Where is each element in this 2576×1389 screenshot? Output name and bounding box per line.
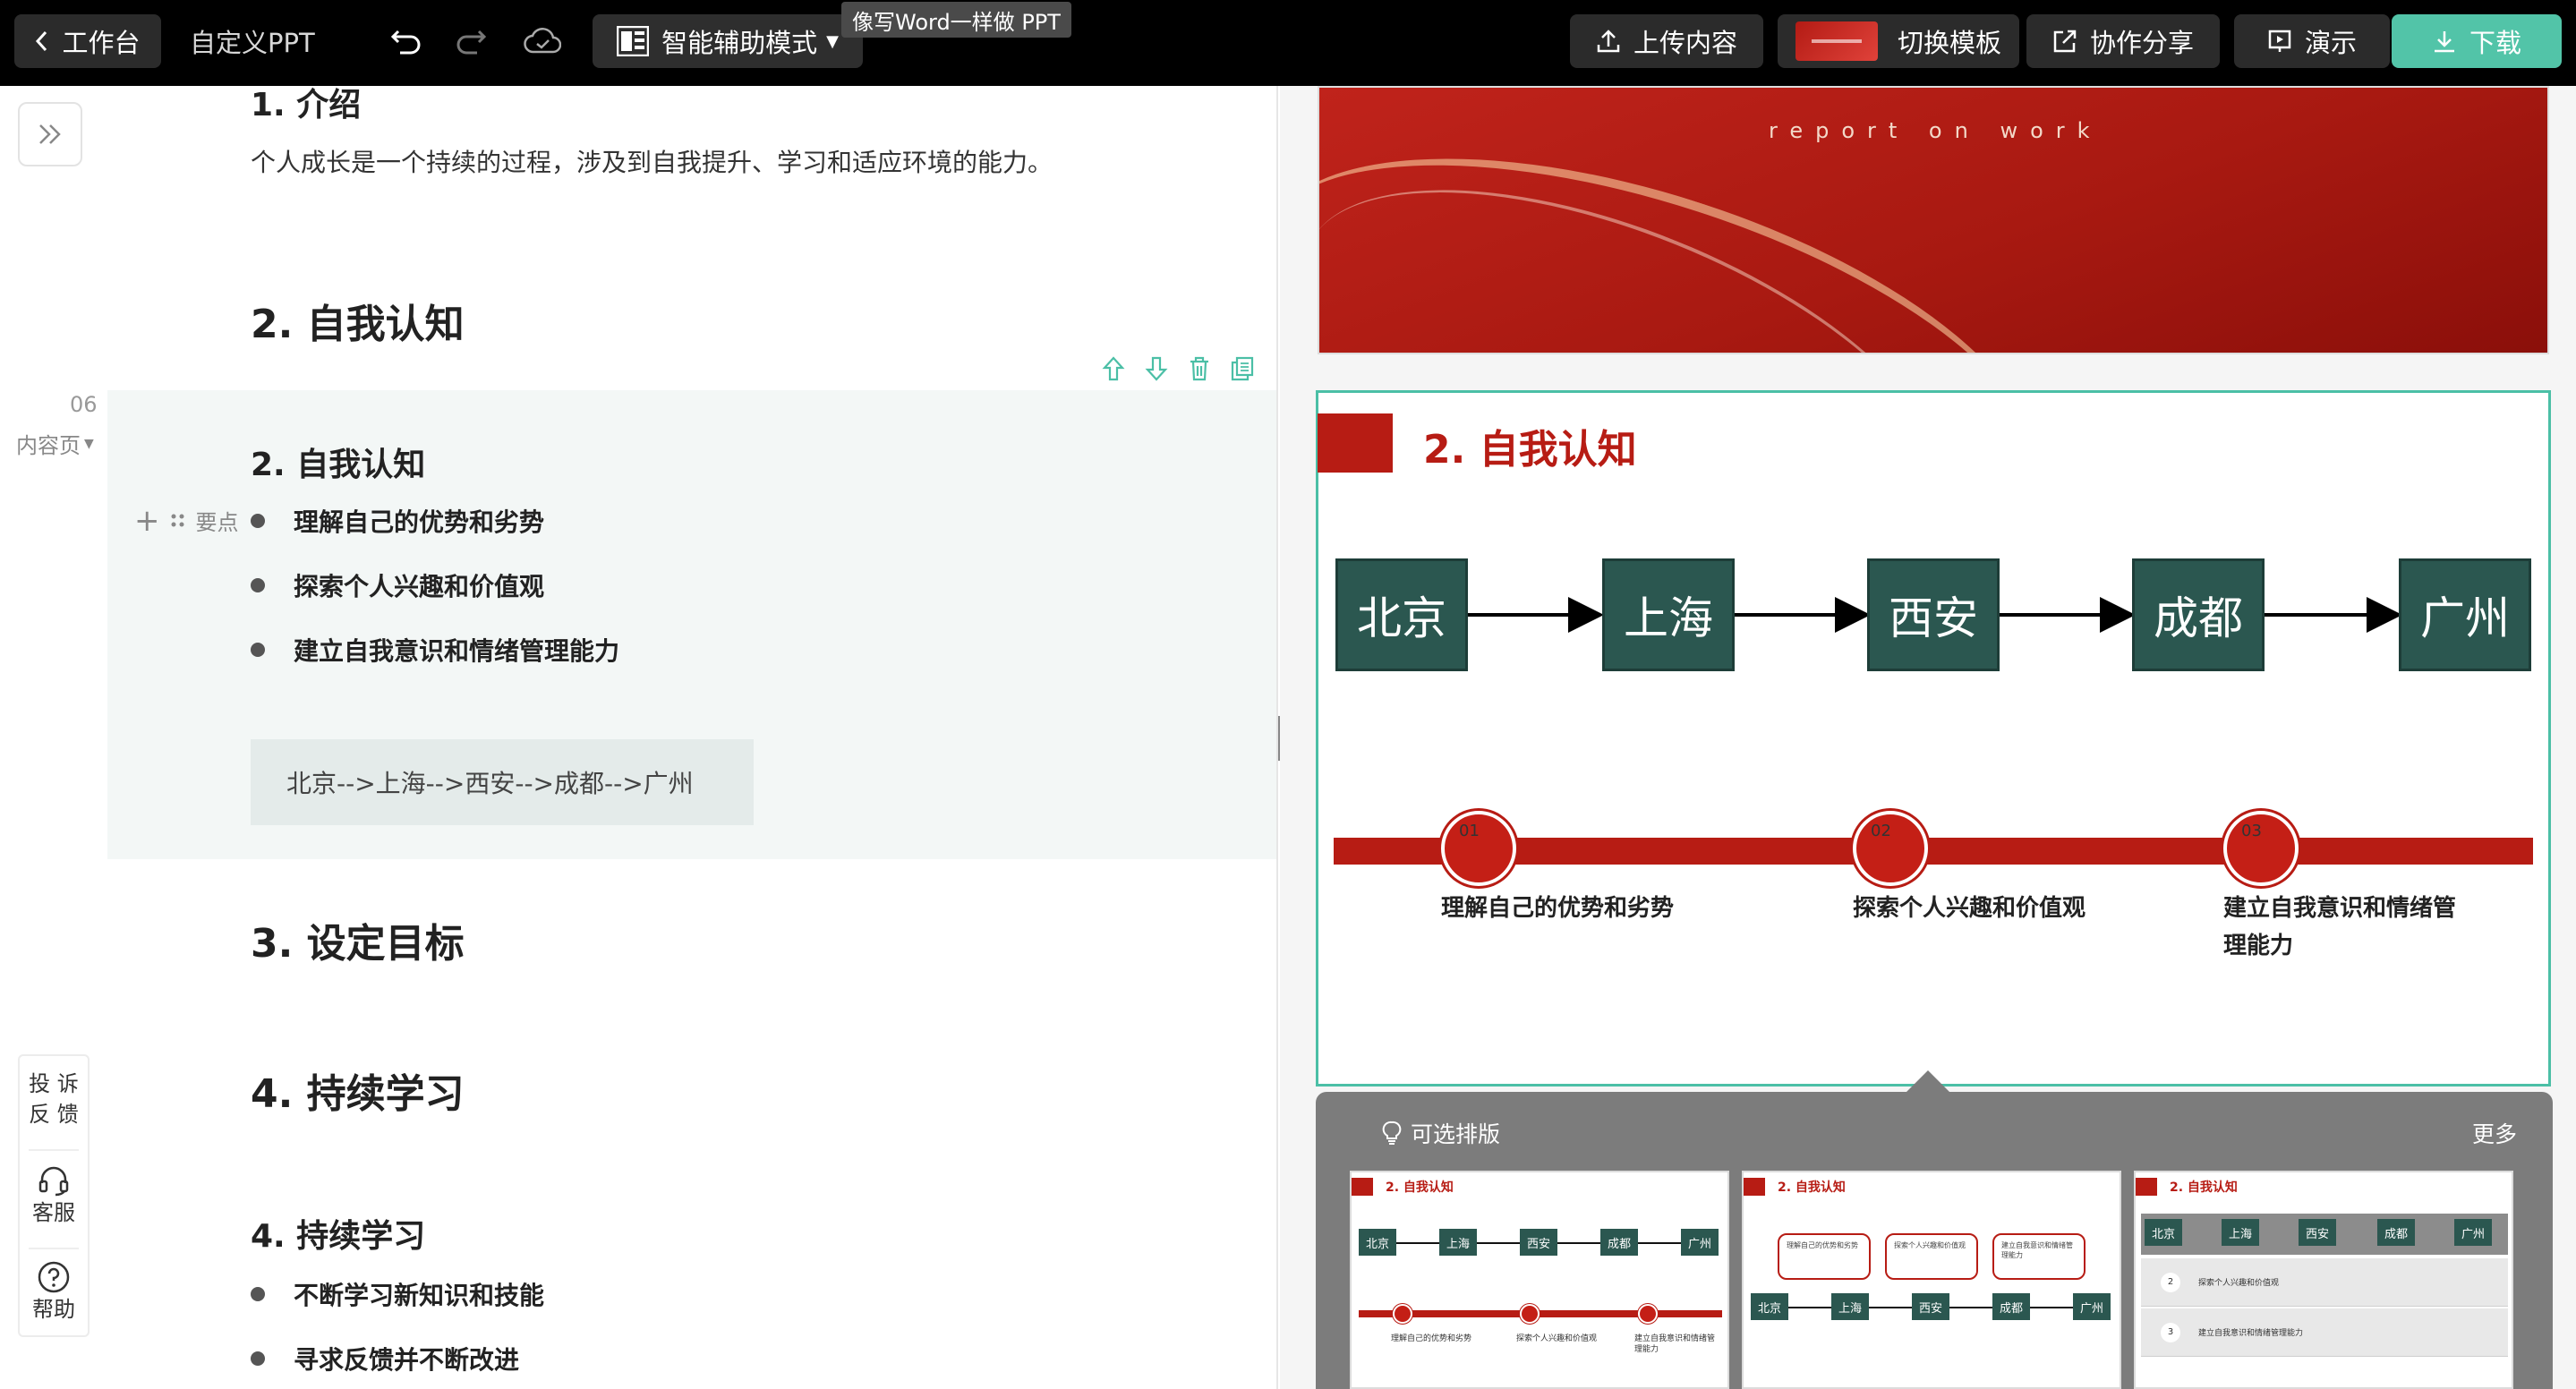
- thumb-city: 上海: [1831, 1293, 1869, 1320]
- thumb-row-text: 探索个人兴趣和价值观: [2198, 1279, 2280, 1288]
- thumb-city: 上海: [2222, 1219, 2259, 1246]
- thumb-bubble: 理解自己的优势和劣势: [1778, 1233, 1871, 1280]
- thumb-point: 探索个人兴趣和价值观: [1516, 1334, 1598, 1343]
- thumb-row-number: 2: [2161, 1272, 2180, 1292]
- layout-option-1[interactable]: 2. 自我认知 北京 上海 西安 成都 广州 理解自己的优势和劣势 探索个人兴趣…: [1350, 1171, 1729, 1389]
- thumb-point: 建立自我意识和情绪管理能力: [1634, 1334, 1716, 1354]
- thumb-list-row: 3 建立自我意识和情绪管理能力: [2141, 1308, 2508, 1357]
- picker-pointer: [1905, 1070, 1951, 1094]
- thumb-timeline-bar: [1359, 1310, 1722, 1317]
- thumb-title: 2. 自我认知: [1778, 1180, 1846, 1195]
- layout-option-2[interactable]: 2. 自我认知 理解自己的优势和劣势 探索个人兴趣和价值观 建立自我意识和情绪管…: [1742, 1171, 2121, 1389]
- timeline-number: 02: [1871, 822, 1891, 840]
- thumb-point: 理解自己的优势和劣势: [1391, 1334, 1472, 1343]
- thumb-timeline-dot: [1638, 1304, 1658, 1324]
- thumb-timeline-dot: [1393, 1304, 1412, 1324]
- thumb-title-accent: [1744, 1178, 1765, 1196]
- thumb-city: 广州: [1681, 1229, 1719, 1256]
- timeline-text-line: 理解自己的优势和劣势: [1441, 895, 1675, 922]
- thumb-bubble: 建立自我意识和情绪管理能力: [1992, 1233, 2086, 1280]
- timeline-text-line: 探索个人兴趣和价值观: [1853, 895, 2086, 922]
- lightbulb-icon: [1382, 1121, 1402, 1146]
- thumb-city: 广州: [2073, 1293, 2111, 1320]
- thumb-city: 成都: [2377, 1219, 2415, 1246]
- timeline-text-line: 理能力: [2223, 933, 2294, 959]
- thumb-title: 2. 自我认知: [1386, 1180, 1454, 1195]
- layout-picker-title: 可选排版: [1382, 1117, 1500, 1149]
- thumb-city: 上海: [1439, 1229, 1477, 1256]
- thumb-city: 成都: [1992, 1293, 2030, 1320]
- thumb-city: 西安: [1520, 1229, 1557, 1256]
- thumb-title: 2. 自我认知: [2170, 1180, 2238, 1195]
- flow-node-city: 上海: [1602, 558, 1735, 671]
- timeline-text: 探索个人兴趣和价值观: [1853, 890, 2086, 927]
- thumb-city: 西安: [2299, 1219, 2336, 1246]
- thumb-timeline-dot: [1520, 1304, 1540, 1324]
- thumb-city: 北京: [1751, 1293, 1788, 1320]
- thumb-title-accent: [1352, 1178, 1373, 1196]
- timeline-number: 03: [2241, 822, 2262, 840]
- thumb-city: 北京: [2145, 1219, 2182, 1246]
- flow-node-city: 西安: [1867, 558, 2000, 671]
- thumb-row-number: 3: [2161, 1322, 2180, 1342]
- thumb-city: 西安: [1912, 1293, 1949, 1320]
- more-layouts-link[interactable]: 更多: [2472, 1117, 2517, 1149]
- timeline-text-line: 建立自我意识和情绪管: [2223, 895, 2457, 922]
- thumb-title-accent: [2136, 1178, 2157, 1196]
- flow-node-city: 成都: [2132, 558, 2265, 671]
- thumb-bubble: 探索个人兴趣和价值观: [1885, 1233, 1978, 1280]
- timeline-text: 理解自己的优势和劣势: [1441, 890, 1674, 927]
- timeline-number: 01: [1459, 822, 1480, 840]
- thumb-row-text: 建立自我意识和情绪管理能力: [2198, 1329, 2304, 1338]
- thumb-city: 广州: [2454, 1219, 2492, 1246]
- thumb-city: 北京: [1359, 1229, 1396, 1256]
- layout-option-3[interactable]: 2. 自我认知 北京 上海 西安 成都 广州 2 探索个人兴趣和价值观 3 建立…: [2134, 1171, 2513, 1389]
- layout-picker-title-text: 可选排版: [1411, 1121, 1501, 1147]
- flow-node-city: 北京: [1335, 558, 1468, 671]
- thumb-list-row: 2 探索个人兴趣和价值观: [2141, 1258, 2508, 1307]
- flow-node-city: 广州: [2399, 558, 2531, 671]
- timeline-text: 建立自我意识和情绪管 理能力: [2223, 890, 2456, 965]
- thumb-city: 成都: [1600, 1229, 1638, 1256]
